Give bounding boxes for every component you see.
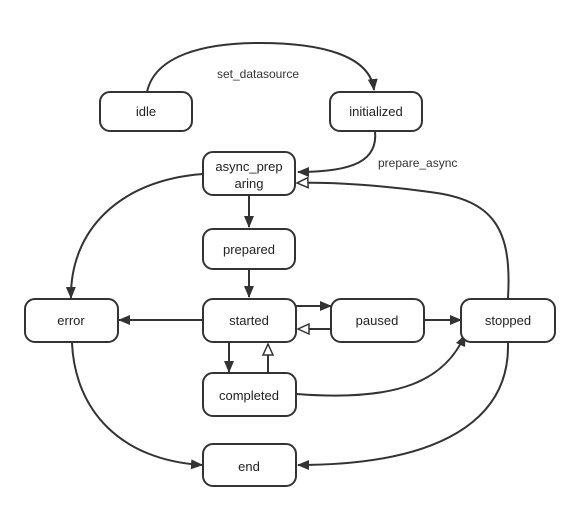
state-prepared-label: prepared (223, 242, 275, 257)
state-end: end (202, 443, 297, 487)
state-error-label: error (57, 313, 85, 328)
state-end-label: end (238, 459, 260, 474)
state-idle: idle (99, 91, 193, 132)
edge-async-preparing-to-error (65, 173, 204, 299)
state-completed-label: completed (219, 388, 279, 403)
state-started: started (202, 298, 297, 343)
state-async-preparing-label-line2: aring (235, 176, 264, 191)
state-diagram: set_datasource prepare_async idle initia… (24, 41, 556, 487)
state-stopped-label: stopped (485, 313, 531, 328)
state-error: error (24, 298, 119, 343)
state-completed: completed (202, 372, 297, 417)
edge-label-set-datasource: set_datasource (217, 67, 299, 81)
edge-label-prepare-async: prepare_async (378, 156, 457, 170)
state-paused: paused (330, 298, 425, 343)
state-async-preparing: async_prep aring (202, 151, 296, 196)
edge-stopped-to-async-preparing (297, 183, 510, 299)
edge-error-to-end (71, 342, 203, 470)
state-started-label: started (229, 313, 269, 328)
state-paused-label: paused (356, 313, 399, 328)
edge-stopped-to-end (297, 342, 510, 470)
edge-completed-to-stopped (296, 334, 466, 397)
state-async-preparing-label-line1: async_prep (215, 159, 282, 174)
state-initialized-label: initialized (349, 104, 402, 119)
edge-initialized-to-async-preparing (297, 130, 377, 177)
state-idle-label: idle (136, 104, 156, 119)
state-initialized: initialized (329, 91, 423, 132)
state-stopped: stopped (460, 298, 556, 343)
state-prepared: prepared (202, 228, 296, 270)
